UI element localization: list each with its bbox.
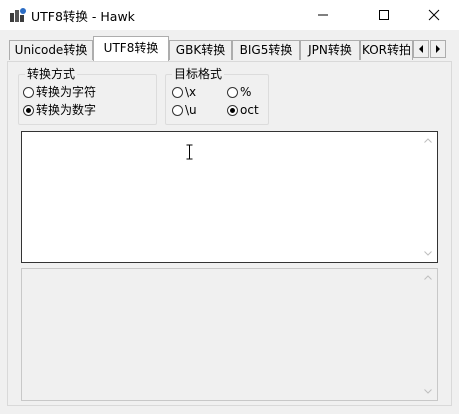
tab-jpn[interactable]: JPN转换 [300,40,360,60]
target-format-group: 目标格式 \x % \u oct [165,67,269,125]
title-bar[interactable]: UTF8转换 - Hawk [0,0,459,30]
close-button[interactable] [411,0,457,30]
radio-format-x-label: \x [185,85,197,99]
input-scrollbar[interactable] [420,132,437,262]
radio-to-char[interactable]: 转换为字符 [23,85,96,99]
radio-format-percent-circle[interactable] [227,86,238,98]
hawk-app-icon [9,7,27,23]
tab-strip: Unicode转换 UTF8转换 GBK转换 BIG5转换 JPN转换 KOR转… [0,36,459,62]
output-scrollbar[interactable] [420,269,437,400]
target-format-title: 目标格式 [172,67,225,82]
text-cursor-icon [186,144,193,160]
radio-format-oct-label: oct [240,103,259,117]
minimize-icon [318,14,328,16]
radio-to-char-circle[interactable] [23,86,34,98]
radio-format-u[interactable]: \u [172,103,197,117]
tab-scroll-left-button[interactable] [413,40,429,58]
tab-gbk[interactable]: GBK转换 [169,40,232,60]
tab-unicode[interactable]: Unicode转换 [9,40,93,60]
chevron-down-icon[interactable] [424,389,432,394]
tab-utf8[interactable]: UTF8转换 [93,36,169,61]
radio-format-x[interactable]: \x [172,85,196,99]
tab-panel-utf8: 转换方式 转换为字符 转换为数字 目标格式 \x % \u oct [7,61,452,406]
radio-to-number-circle[interactable] [23,104,34,116]
output-textarea[interactable] [21,268,438,401]
conversion-mode-title: 转换方式 [25,67,78,82]
radio-format-u-label: \u [185,103,197,117]
radio-format-oct[interactable]: oct [227,103,259,117]
radio-format-u-circle[interactable] [172,104,183,116]
chevron-left-icon [419,45,423,53]
radio-format-percent[interactable]: % [227,85,251,99]
radio-to-number-label: 转换为数字 [36,103,97,117]
radio-format-percent-label: % [240,85,252,99]
chevron-right-icon [436,45,440,53]
conversion-mode-group: 转换方式 转换为字符 转换为数字 [18,67,157,125]
chevron-up-icon[interactable] [424,138,432,143]
tab-kor[interactable]: KOR转拍 [360,40,413,60]
tab-big5[interactable]: BIG5转换 [232,40,300,60]
tab-scroll-right-button[interactable] [430,40,446,58]
radio-format-oct-circle[interactable] [227,104,238,116]
radio-format-x-circle[interactable] [172,86,183,98]
radio-to-number[interactable]: 转换为数字 [23,103,96,117]
close-icon [428,9,440,21]
minimize-button[interactable] [300,0,346,30]
input-textarea[interactable] [21,131,438,263]
maximize-icon [379,10,389,20]
maximize-button[interactable] [361,0,407,30]
chevron-up-icon[interactable] [424,275,432,280]
radio-to-char-label: 转换为字符 [36,85,97,99]
window-title: UTF8转换 - Hawk [31,9,135,24]
chevron-down-icon[interactable] [424,251,432,256]
